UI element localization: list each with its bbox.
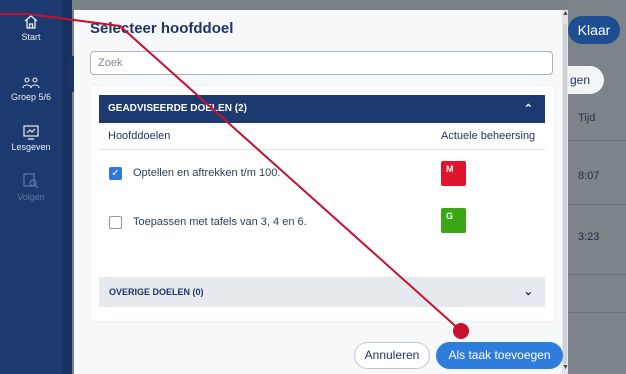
annotation-arrow (0, 13, 469, 339)
annotation-dot (453, 323, 469, 339)
annotation-line (0, 13, 462, 332)
